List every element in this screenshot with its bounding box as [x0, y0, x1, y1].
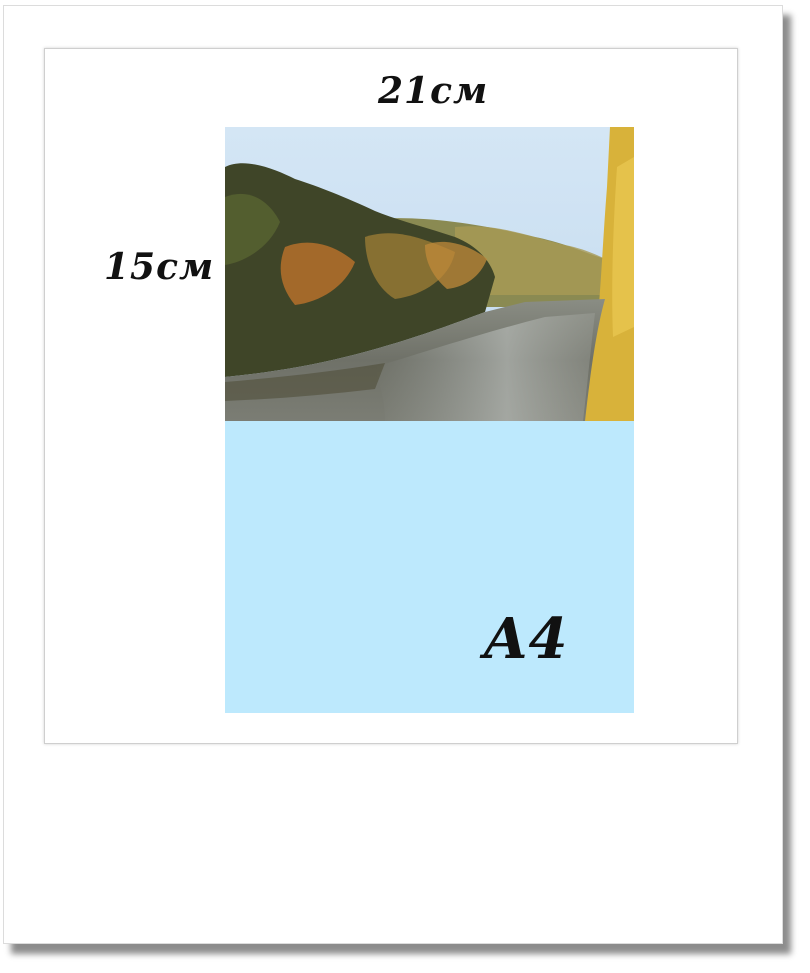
page: 21см 15см A4 — [0, 0, 810, 973]
river-photo — [225, 127, 634, 421]
height-dimension-label: 15см — [104, 246, 215, 288]
a4-sheet — [225, 127, 634, 713]
width-dimension-label: 21см — [378, 70, 489, 112]
paper-format-label: A4 — [484, 606, 569, 672]
